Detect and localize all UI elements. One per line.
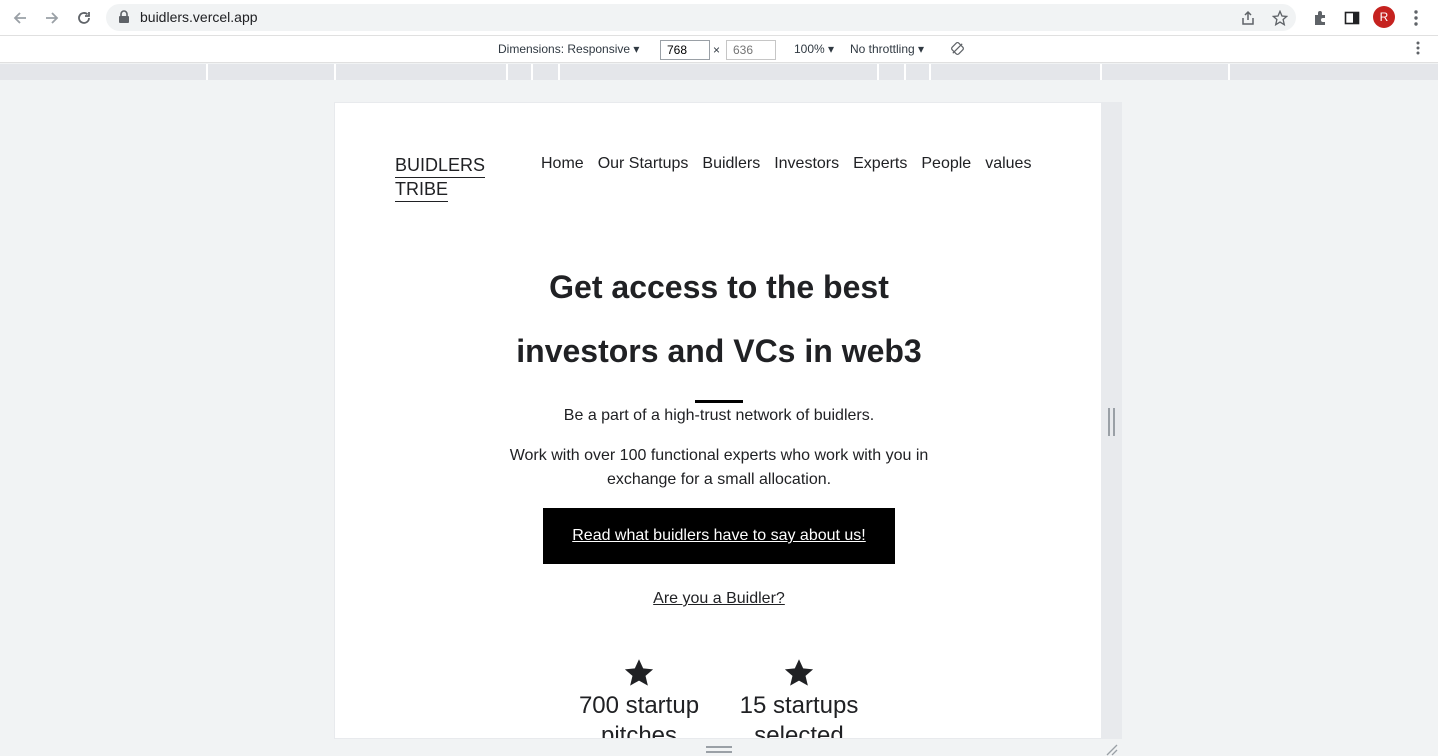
resize-corner-icon[interactable]	[1104, 742, 1118, 756]
media-query-bar[interactable]	[0, 64, 1438, 80]
extensions-icon[interactable]	[1308, 6, 1332, 30]
device-toolbar: Dimensions: Responsive ▾ × 100% ▾ No thr…	[0, 35, 1438, 63]
reload-icon[interactable]	[72, 6, 96, 30]
nav-people[interactable]: People	[921, 155, 971, 173]
media-query-tick	[334, 64, 336, 80]
media-query-tick	[558, 64, 560, 80]
star-icon	[784, 659, 814, 686]
zoom-dropdown[interactable]: 100% ▾	[794, 42, 834, 56]
url-text: buidlers.vercel.app	[140, 9, 258, 25]
device-options-icon[interactable]	[1416, 41, 1420, 58]
stat-caption: selected	[754, 722, 844, 739]
emulated-viewport: BUIDLERS TRIBE Home Our Startups Buidler…	[334, 102, 1102, 739]
media-query-tick	[1228, 64, 1230, 80]
nav-buidlers[interactable]: Buidlers	[702, 155, 760, 173]
testimonials-cta-button[interactable]: Read what buidlers have to say about us!	[543, 508, 895, 564]
media-query-tick	[206, 64, 208, 80]
resize-handle-bottom[interactable]	[706, 746, 732, 754]
media-query-tick	[531, 64, 533, 80]
nav-values[interactable]: values	[985, 155, 1031, 173]
stat-value: 700 startup	[578, 692, 700, 719]
share-icon[interactable]	[1236, 6, 1260, 30]
hero-headline-line-2: investors and VCs in web3	[516, 333, 922, 369]
forward-arrow-icon[interactable]	[40, 6, 64, 30]
width-input[interactable]	[660, 40, 710, 60]
dimension-separator: ×	[713, 43, 721, 57]
hero-headline-line-1: Get access to the best	[549, 269, 889, 305]
more-menu-icon[interactable]	[1404, 6, 1428, 30]
cta-label: Read what buidlers have to say about us!	[572, 527, 866, 544]
logo-line-1: BUIDLERS	[395, 154, 486, 178]
nav-investors[interactable]: Investors	[774, 155, 839, 173]
site-logo[interactable]: BUIDLERS TRIBE	[395, 154, 486, 202]
logo-line-2: TRIBE	[395, 178, 449, 202]
stat-value: 15 startups	[739, 692, 859, 719]
media-query-tick	[904, 64, 906, 80]
media-query-tick	[929, 64, 931, 80]
media-query-tick	[506, 64, 508, 80]
stat-selected: 15 startups selected	[729, 658, 869, 739]
lock-icon	[118, 10, 130, 29]
headline-divider	[695, 400, 743, 403]
buidler-link-label: Are you a Buidler?	[653, 590, 785, 607]
height-input[interactable]	[726, 40, 776, 60]
nav-experts[interactable]: Experts	[853, 155, 907, 173]
hero-tagline: Be a part of a high-trust network of bui…	[563, 407, 875, 424]
nav-home[interactable]: Home	[541, 155, 584, 173]
browser-toolbar: buidlers.vercel.app R	[0, 0, 1438, 35]
throttling-dropdown[interactable]: No throttling ▾	[850, 42, 924, 56]
profile-avatar[interactable]: R	[1373, 6, 1395, 28]
buidler-link[interactable]: Are you a Buidler?	[335, 590, 1101, 608]
hero-description-line-2: exchange for a small allocation.	[606, 471, 832, 488]
media-query-tick	[1100, 64, 1102, 80]
nav-our-startups[interactable]: Our Startups	[598, 155, 689, 173]
address-bar[interactable]: buidlers.vercel.app	[106, 4, 1296, 31]
bookmark-star-icon[interactable]	[1268, 6, 1292, 30]
side-panel-icon[interactable]	[1340, 6, 1364, 30]
rotate-icon[interactable]	[950, 41, 965, 59]
hero-description-line-1: Work with over 100 functional experts wh…	[509, 447, 929, 464]
dimensions-dropdown[interactable]: Dimensions: Responsive ▾	[498, 42, 639, 56]
back-arrow-icon[interactable]	[8, 6, 32, 30]
resize-handle-right[interactable]	[1108, 408, 1116, 436]
site-nav: Home Our Startups Buidlers Investors Exp…	[541, 155, 1031, 173]
stat-pitches: 700 startup pitches	[569, 658, 709, 739]
stat-caption: pitches	[600, 722, 678, 739]
star-icon	[624, 659, 654, 686]
media-query-tick	[877, 64, 879, 80]
